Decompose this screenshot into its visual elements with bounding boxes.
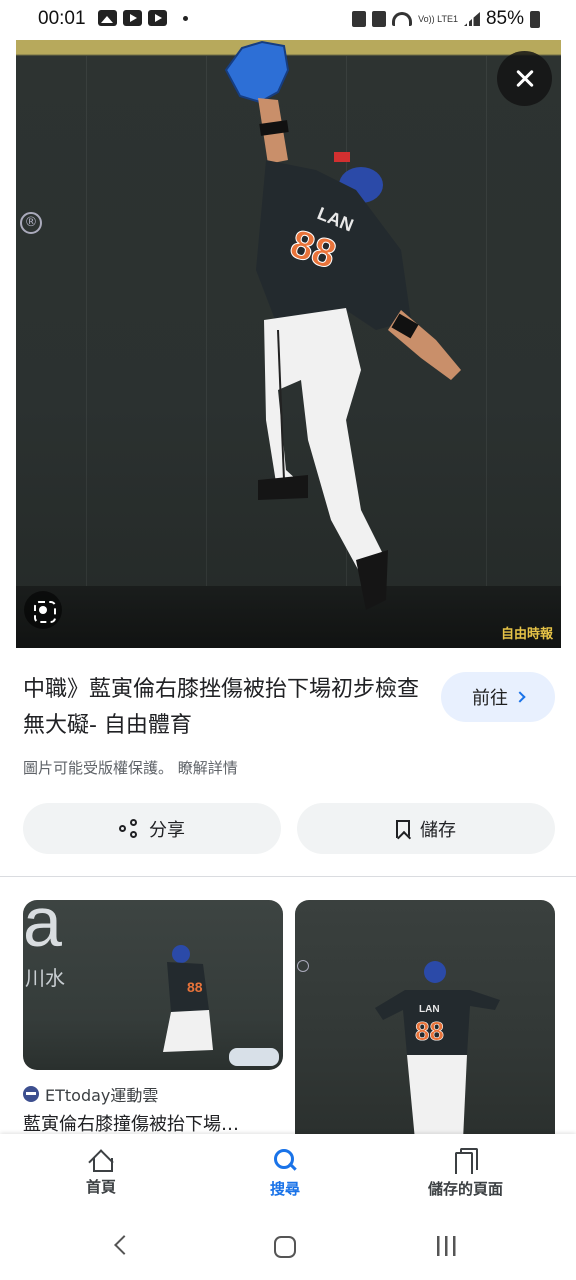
nav-search-label: 搜尋	[270, 1180, 301, 1198]
battery-icon	[530, 10, 540, 28]
status-time: 00:01	[38, 8, 86, 29]
search-icon	[273, 1148, 297, 1172]
player-back-view: LAN 88	[375, 961, 500, 1136]
result-title[interactable]: 中職》藍寅倫右膝挫傷被抬下場初步檢查無大礙- 自由體育	[23, 672, 423, 744]
youtube-notification-icon	[123, 10, 142, 26]
battery-percent: 85%	[485, 8, 524, 29]
saved-pages-icon	[454, 1148, 478, 1174]
nav-search[interactable]: 搜尋	[270, 1148, 300, 1199]
related-title-1[interactable]: 藍寅倫右膝撞傷被抬下場…	[23, 1110, 283, 1136]
gallery-notification-icon	[98, 10, 117, 26]
related-source-1[interactable]: ETtoday運動雲	[23, 1082, 158, 1106]
network-label: Vo)) LTE1	[418, 13, 458, 24]
more-notifications-icon	[183, 15, 188, 21]
youtube-notification-icon	[148, 10, 167, 26]
nav-saved-label: 儲存的頁面	[428, 1180, 504, 1198]
home-icon	[90, 1148, 113, 1172]
bottom-nav: 首頁 搜尋 儲存的頁面	[0, 1134, 576, 1224]
recent-apps-icon[interactable]	[437, 1236, 457, 1256]
visit-button[interactable]: 前往	[441, 672, 555, 722]
player-crouching: 88	[163, 945, 213, 1052]
status-bar: 00:01 Vo)) LTE1 85%	[0, 0, 576, 40]
bookmark-icon	[396, 819, 410, 838]
nav-saved-pages[interactable]: 儲存的頁面	[428, 1148, 503, 1199]
share-button[interactable]: 分享	[23, 803, 281, 854]
related-image-1[interactable]: a 川水 88	[23, 900, 283, 1070]
share-label: 分享	[149, 819, 185, 841]
copyright-notice[interactable]: 圖片可能受版權保護。 瞭解詳情	[23, 757, 238, 778]
data-saver-icon	[352, 11, 367, 27]
section-divider	[0, 876, 576, 877]
alarm-icon	[372, 11, 387, 27]
source-name: ETtoday運動雲	[45, 1086, 159, 1105]
wifi-icon	[392, 12, 413, 26]
svg-text:88: 88	[415, 1016, 444, 1046]
related-image-2[interactable]: LAN 88	[295, 900, 555, 1136]
nav-home-label: 首頁	[86, 1178, 117, 1196]
hero-image[interactable]: ® LAN 88 自由時報	[16, 40, 561, 648]
signal-icon	[463, 12, 480, 26]
background-letter: a	[23, 900, 62, 961]
image-watermark: 自由時報	[500, 627, 553, 642]
chevron-right-icon	[514, 691, 526, 703]
system-nav-bar	[0, 1224, 576, 1280]
nav-home[interactable]: 首頁	[86, 1148, 116, 1197]
home-button-icon[interactable]	[274, 1236, 296, 1258]
close-button[interactable]	[497, 51, 552, 106]
visit-label: 前往	[472, 688, 508, 709]
back-icon[interactable]	[114, 1235, 134, 1255]
ettoday-favicon-icon	[23, 1086, 39, 1102]
registered-mark-small	[297, 960, 309, 972]
ettoday-logo	[229, 1048, 279, 1066]
save-button[interactable]: 儲存	[297, 803, 555, 854]
background-text: 川水	[25, 966, 65, 990]
svg-text:88: 88	[187, 979, 203, 995]
system-status-icons: Vo)) LTE1 85%	[352, 8, 540, 30]
baseball-player-leaping: LAN 88	[224, 40, 461, 610]
svg-text:LAN: LAN	[419, 1004, 440, 1015]
notification-icons	[98, 10, 188, 26]
lens-search-button[interactable]	[24, 591, 62, 629]
save-label: 儲存	[420, 819, 456, 841]
share-icon	[119, 818, 139, 839]
